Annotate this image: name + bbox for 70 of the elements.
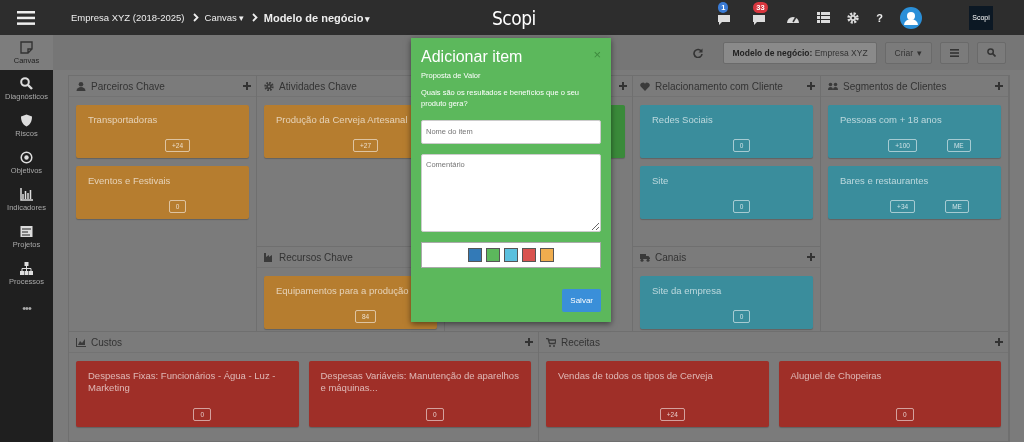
add-icon[interactable]: [995, 338, 1003, 346]
shield-icon: [20, 113, 33, 127]
truck-icon: [640, 252, 650, 262]
card-title: Produção da Cerveja Artesanal: [276, 114, 409, 126]
section-title: Parceiros Chave: [91, 80, 165, 92]
card-title: Bares e restaurantes: [840, 175, 930, 187]
section-title: Recursos Chave: [279, 251, 353, 263]
heart-icon: [640, 81, 650, 91]
card-title: Transportadoras: [88, 114, 159, 126]
card-title: Vendas de todos os tipos de Cerveja: [558, 370, 714, 382]
search-icon: [20, 76, 33, 90]
add-icon[interactable]: [243, 82, 251, 90]
card-title: Despesas Fixas: Funcionários - Água - Luz - Marketing: [88, 370, 277, 394]
factory-icon: [264, 252, 274, 262]
app-logo: Scopi: [492, 7, 536, 29]
add-icon[interactable]: [807, 82, 815, 90]
add-icon[interactable]: [995, 82, 1003, 90]
card-title: Eventos e Festivais: [88, 175, 172, 187]
section-title: Custos: [91, 336, 123, 348]
board-icon: [20, 224, 33, 238]
person-icon: [76, 81, 86, 91]
dialog-title: Adicionar item: [421, 48, 523, 66]
card-title: Site: [652, 175, 670, 187]
section-title: Segmentos de Clientes: [843, 80, 947, 92]
settings-icon[interactable]: [847, 11, 860, 24]
breadcrumb-current[interactable]: Modelo de negócio ▾: [263, 11, 371, 24]
section-title: Atividades Chave: [279, 80, 357, 92]
color-swatch[interactable]: [468, 247, 482, 262]
chart-icon: [76, 337, 86, 347]
card-title: Aluguel de Chopeiras: [790, 370, 883, 382]
color-swatch[interactable]: [540, 247, 554, 262]
list-icon[interactable]: [817, 12, 831, 23]
menu-icon: [950, 48, 959, 57]
gear-icon: [264, 81, 274, 91]
search-icon: [987, 48, 996, 57]
add-icon[interactable]: [807, 253, 815, 261]
menu-button[interactable]: [940, 41, 969, 64]
bar-chart-icon: [20, 187, 33, 201]
more-button[interactable]: •••: [22, 302, 31, 314]
people-icon: [828, 81, 838, 91]
chevron-icon: [251, 13, 258, 22]
menu-icon[interactable]: [17, 10, 35, 25]
filter-field[interactable]: Modelo de negócio: Empresa XYZ: [723, 41, 877, 64]
target-icon: [20, 150, 33, 164]
color-swatch[interactable]: [486, 247, 500, 262]
close-button[interactable]: ×: [593, 48, 601, 61]
card-title: Redes Sociais: [652, 114, 714, 126]
search-button[interactable]: [977, 41, 1006, 64]
add-icon[interactable]: [525, 338, 533, 346]
org-chart-icon: [20, 261, 33, 275]
section-title: Receitas: [561, 336, 600, 348]
note-icon: [20, 40, 33, 54]
chevron-icon: [192, 13, 199, 22]
create-button[interactable]: Criar ▾: [884, 41, 932, 64]
refresh-icon[interactable]: [693, 47, 704, 58]
help-button[interactable]: ?: [876, 11, 883, 24]
card-title: Pessoas com + 18 anos: [840, 114, 943, 126]
color-swatch[interactable]: [522, 247, 536, 262]
card-title: Equipamentos para a produção: [276, 285, 410, 297]
card-title: Despesas Variáveis: Manutenção de aparelhos e máquinas...: [320, 370, 519, 394]
card-title: Site da empresa: [652, 285, 723, 297]
section-title: Relacionamento com Cliente: [655, 80, 783, 92]
section-title: Canais: [655, 251, 687, 263]
avatar-icon[interactable]: [900, 6, 922, 29]
color-swatch[interactable]: [504, 247, 518, 262]
save-button[interactable]: Salvar: [562, 289, 601, 312]
add-icon[interactable]: [619, 82, 627, 90]
breadcrumb-link[interactable]: Canvas ▾: [204, 12, 244, 23]
cart-icon: [546, 337, 556, 347]
breadcrumb-link[interactable]: Empresa XYZ (2018-2025): [71, 12, 185, 23]
